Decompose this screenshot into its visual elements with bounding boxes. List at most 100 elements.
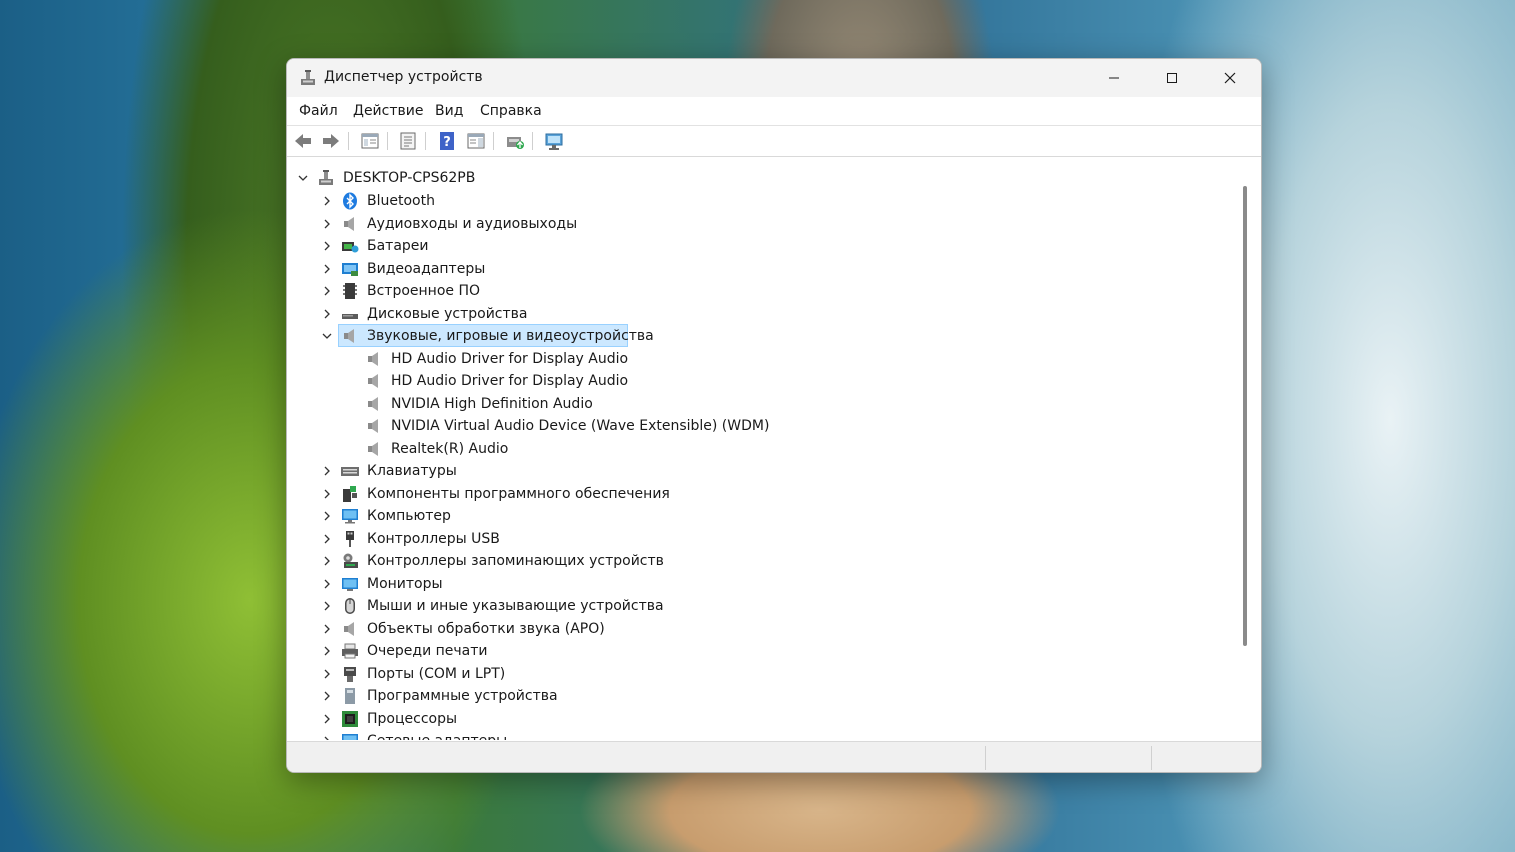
chevron-right-icon[interactable] — [322, 219, 332, 229]
back-button[interactable] — [292, 130, 314, 152]
chevron-right-icon[interactable] — [322, 264, 332, 274]
scrollbar-thumb[interactable] — [1243, 186, 1247, 646]
tree-category-label: Очереди печати — [367, 643, 488, 659]
tree-device-label: HD Audio Driver for Display Audio — [391, 373, 629, 389]
tree-category-label: Звуковые, игровые и видеоустройства — [367, 328, 654, 344]
close-icon — [1224, 72, 1236, 84]
tree-category-label: Компоненты программного обеспечения — [367, 486, 670, 502]
speaker-icon — [341, 620, 359, 638]
bluetooth-icon — [341, 192, 359, 210]
tree-category-mice[interactable]: Мыши и иные указывающие устройства — [288, 595, 1228, 617]
minimize-icon — [1109, 77, 1119, 79]
tree-category-usb-controllers[interactable]: Контроллеры USB — [288, 528, 1228, 550]
tree-device-item[interactable]: Realtek(R) Audio — [288, 438, 1228, 460]
chevron-right-icon[interactable] — [322, 624, 332, 634]
speaker-icon — [365, 440, 383, 458]
tree-category-label: Компьютер — [367, 508, 451, 524]
chevron-down-icon[interactable] — [298, 173, 308, 183]
minimize-button[interactable] — [1085, 59, 1143, 97]
close-button[interactable] — [1201, 59, 1259, 97]
tree-category-disk-drives[interactable]: Дисковые устройства — [288, 303, 1228, 325]
firmware-icon — [341, 282, 359, 300]
tree-category-label: Видеоадаптеры — [367, 261, 486, 277]
network-adapter-icon — [341, 732, 359, 740]
tree-category-firmware[interactable]: Встроенное ПО — [288, 280, 1228, 302]
tree-category-software-devices[interactable]: Программные устройства — [288, 685, 1228, 707]
toolbar-separator — [348, 132, 349, 150]
tree-device-item[interactable]: NVIDIA High Definition Audio — [288, 393, 1228, 415]
chevron-right-icon[interactable] — [322, 511, 332, 521]
menu-action[interactable]: Действие — [353, 103, 423, 119]
properties-icon — [400, 132, 416, 150]
chevron-right-icon[interactable] — [322, 579, 332, 589]
tree-category-sound-video-game[interactable]: Звуковые, игровые и видеоустройства — [288, 324, 1228, 347]
action-pane-icon — [467, 133, 485, 149]
tree-category-computer[interactable]: Компьютер — [288, 505, 1228, 527]
chevron-right-icon[interactable] — [322, 601, 332, 611]
chevron-right-icon[interactable] — [322, 646, 332, 656]
maximize-button[interactable] — [1143, 59, 1201, 97]
chevron-right-icon[interactable] — [322, 286, 332, 296]
tree-device-item[interactable]: HD Audio Driver for Display Audio — [288, 370, 1228, 392]
chevron-right-icon[interactable] — [322, 556, 332, 566]
chevron-right-icon[interactable] — [322, 691, 332, 701]
computer-icon — [341, 507, 359, 525]
tree-root-node[interactable]: DESKTOP-CPS62PB — [288, 167, 1228, 189]
speaker-icon — [341, 215, 359, 233]
tree-category-print-queues[interactable]: Очереди печати — [288, 640, 1228, 662]
tree-device-item[interactable]: HD Audio Driver for Display Audio — [288, 348, 1228, 370]
tree-category-storage-controllers[interactable]: Контроллеры запоминающих устройств — [288, 550, 1228, 572]
update-driver-button[interactable] — [504, 130, 526, 152]
tree-category-keyboards[interactable]: Клавиатуры — [288, 460, 1228, 482]
tree-category-display-adapters[interactable]: Видеоадаптеры — [288, 258, 1228, 280]
tree-category-software-components[interactable]: Компоненты программного обеспечения — [288, 483, 1228, 505]
speaker-icon — [365, 350, 383, 368]
disk-drive-icon — [341, 305, 359, 323]
tree-category-ports[interactable]: Порты (COM и LPT) — [288, 663, 1228, 685]
chevron-right-icon[interactable] — [322, 534, 332, 544]
monitor-icon — [341, 575, 359, 593]
tree-category-batteries[interactable]: Батареи — [288, 235, 1228, 257]
chevron-right-icon[interactable] — [322, 714, 332, 724]
tree-category-audio-io[interactable]: Аудиовходы и аудиовыходы — [288, 213, 1228, 235]
tree-device-item[interactable]: NVIDIA Virtual Audio Device (Wave Extens… — [288, 415, 1228, 437]
chevron-right-icon[interactable] — [322, 489, 332, 499]
tree-device-label: HD Audio Driver for Display Audio — [391, 351, 629, 367]
device-manager-window: Диспетчер устройств Файл Действие Вид Сп… — [286, 58, 1262, 773]
processor-icon — [341, 710, 359, 728]
chevron-right-icon[interactable] — [322, 669, 332, 679]
tree-category-label: Контроллеры запоминающих устройств — [367, 553, 664, 569]
svg-text:?: ? — [443, 135, 451, 150]
tree-category-bluetooth[interactable]: Bluetooth — [288, 190, 1228, 212]
mouse-icon — [341, 597, 359, 615]
title-bar[interactable]: Диспетчер устройств — [287, 59, 1261, 97]
window-title: Диспетчер устройств — [324, 69, 483, 85]
tree-category-monitors[interactable]: Мониторы — [288, 573, 1228, 595]
chevron-right-icon[interactable] — [322, 309, 332, 319]
tree-category-audio-processing-objects[interactable]: Объекты обработки звука (APO) — [288, 618, 1228, 640]
chevron-down-icon[interactable] — [322, 331, 332, 341]
show-hide-console-tree-button[interactable] — [359, 130, 381, 152]
menu-help[interactable]: Справка — [480, 103, 542, 119]
chevron-right-icon[interactable] — [322, 466, 332, 476]
tree-category-network-adapters[interactable]: Сетевые адаптеры — [288, 730, 1228, 740]
tree-category-processors[interactable]: Процессоры — [288, 708, 1228, 730]
tree-category-label: Клавиатуры — [367, 463, 457, 479]
properties-button[interactable] — [397, 130, 419, 152]
status-bar — [287, 741, 1261, 772]
chevron-right-icon[interactable] — [322, 736, 332, 740]
forward-button[interactable] — [320, 130, 342, 152]
chevron-right-icon[interactable] — [322, 241, 332, 251]
menu-view[interactable]: Вид — [435, 103, 463, 119]
printer-icon — [341, 642, 359, 660]
menu-file[interactable]: Файл — [299, 103, 338, 119]
scan-hardware-button[interactable] — [543, 130, 565, 152]
action-pane-button[interactable] — [465, 130, 487, 152]
chevron-right-icon[interactable] — [322, 196, 332, 206]
help-button[interactable]: ? — [436, 130, 458, 152]
tree-category-label: Встроенное ПО — [367, 283, 481, 299]
speaker-icon — [365, 417, 383, 435]
update-driver-icon — [507, 137, 524, 149]
tree-vertical-scrollbar[interactable] — [1238, 163, 1260, 740]
tree-category-label: Мониторы — [367, 576, 443, 592]
